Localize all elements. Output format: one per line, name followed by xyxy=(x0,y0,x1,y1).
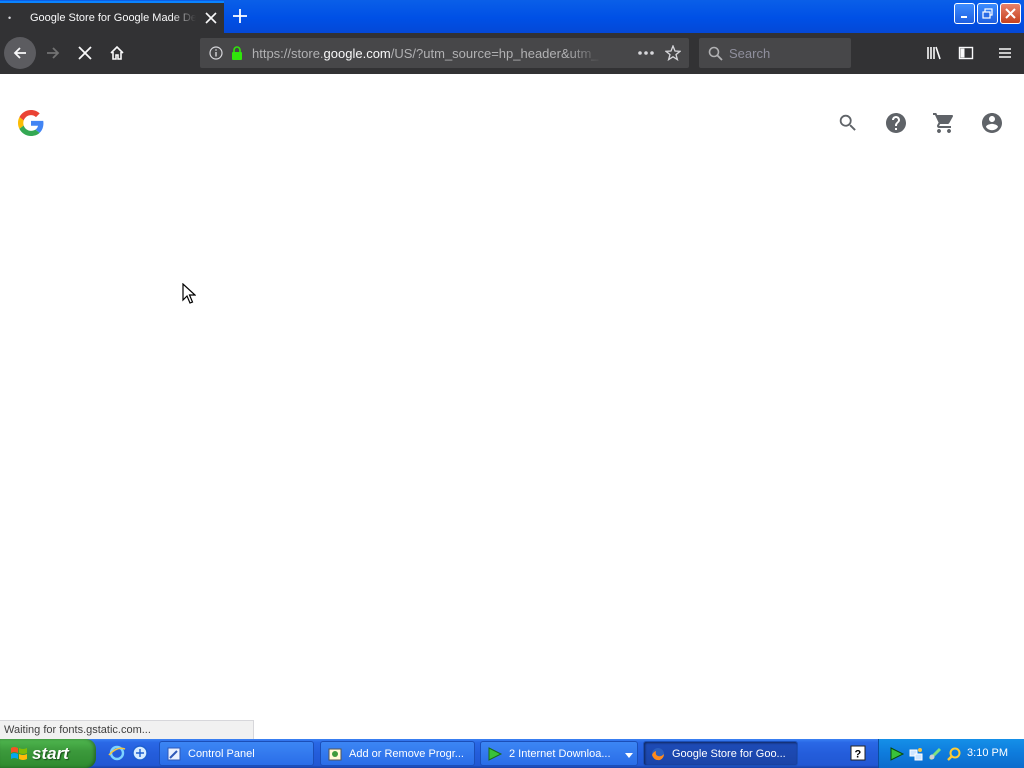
page-actions-icon[interactable] xyxy=(637,46,655,65)
search-bar[interactable] xyxy=(699,38,851,68)
google-logo[interactable] xyxy=(18,110,44,136)
windows-taskbar: start Control Panel Add or Remove Progr.… xyxy=(0,739,1024,768)
web-page-content xyxy=(0,74,1024,720)
search-icon[interactable] xyxy=(835,110,861,136)
task-google-store[interactable]: Google Store for Goo... xyxy=(643,741,798,766)
browser-quicklaunch-icon[interactable] xyxy=(131,744,149,762)
svg-text:?: ? xyxy=(855,749,862,761)
start-label: start xyxy=(32,743,69,763)
network-tray-icon[interactable] xyxy=(908,746,924,762)
url-domain: google.com xyxy=(323,45,391,61)
internet-explorer-icon[interactable] xyxy=(108,744,126,762)
firefox-icon xyxy=(652,747,664,760)
navigation-toolbar: https://store.google.com/US/?utm_source=… xyxy=(0,33,1024,74)
task-label: Control Panel xyxy=(188,747,255,760)
mouse-cursor-icon xyxy=(182,282,197,305)
tab-title: Google Store for Google Made Devices xyxy=(30,12,196,24)
sidebar-icon xyxy=(958,46,974,60)
start-button[interactable]: start xyxy=(0,739,96,768)
help-icon[interactable] xyxy=(883,110,909,136)
task-internet-download[interactable]: 2 Internet Downloa... xyxy=(480,741,638,766)
arrow-right-icon xyxy=(47,47,60,59)
minimize-button[interactable] xyxy=(954,3,975,24)
back-button[interactable] xyxy=(4,37,36,69)
download-tray-icon[interactable] xyxy=(889,746,905,762)
window-close-button[interactable] xyxy=(1000,3,1021,24)
task-label: Google Store for Goo... xyxy=(672,747,786,760)
minimize-icon xyxy=(960,15,967,18)
plus-icon xyxy=(233,9,247,23)
help-tray-icon[interactable]: ? xyxy=(850,745,866,766)
home-icon xyxy=(110,45,124,60)
safely-remove-tray-icon[interactable] xyxy=(927,746,943,762)
stop-button[interactable] xyxy=(69,37,101,69)
info-icon[interactable] xyxy=(209,46,223,60)
search-tray-icon[interactable] xyxy=(946,746,962,762)
home-button[interactable] xyxy=(101,37,133,69)
lock-icon[interactable] xyxy=(230,46,244,60)
forward-button[interactable] xyxy=(37,37,69,69)
search-input[interactable] xyxy=(729,45,839,61)
tab-google-store[interactable]: • Google Store for Google Made Devices xyxy=(0,1,224,33)
url-suffix: /US/?utm_source=hp_header&utm_ xyxy=(390,45,599,61)
close-icon xyxy=(1005,8,1016,19)
url-bar[interactable]: https://store.google.com/US/?utm_source=… xyxy=(200,38,689,68)
system-tray: 3:10 PM xyxy=(878,739,1024,768)
close-icon[interactable] xyxy=(200,7,222,29)
tab-loading-indicator: • xyxy=(8,13,12,23)
title-bar: • Google Store for Google Made Devices xyxy=(0,0,1024,33)
account-icon[interactable] xyxy=(979,110,1005,136)
control-panel-icon xyxy=(167,747,181,760)
task-label: 2 Internet Downloa... xyxy=(509,747,611,760)
stop-icon xyxy=(78,46,92,60)
task-add-remove-programs[interactable]: Add or Remove Progr... xyxy=(320,741,475,766)
chevron-down-icon xyxy=(625,750,633,762)
url-text[interactable]: https://store.google.com/US/?utm_source=… xyxy=(252,46,602,61)
status-bar: Waiting for fonts.gstatic.com... xyxy=(0,720,254,739)
cart-icon[interactable] xyxy=(931,110,957,136)
restore-button[interactable] xyxy=(977,3,998,24)
add-remove-programs-icon xyxy=(328,748,342,760)
new-tab-button[interactable] xyxy=(229,5,251,27)
bookmark-star-icon[interactable] xyxy=(664,44,682,66)
hamburger-menu-icon xyxy=(999,48,1011,58)
sidebar-button[interactable] xyxy=(950,37,982,69)
arrow-left-icon xyxy=(13,47,26,59)
restore-icon xyxy=(982,8,993,19)
url-prefix: https://store. xyxy=(252,45,324,61)
task-label: Add or Remove Progr... xyxy=(349,747,464,760)
search-icon xyxy=(708,46,723,61)
download-manager-icon xyxy=(488,746,503,761)
menu-button[interactable] xyxy=(989,37,1021,69)
clock[interactable]: 3:10 PM xyxy=(967,747,1008,759)
windows-logo-icon xyxy=(10,745,28,763)
task-control-panel[interactable]: Control Panel xyxy=(159,741,314,766)
library-icon xyxy=(927,46,941,60)
library-button[interactable] xyxy=(918,37,950,69)
